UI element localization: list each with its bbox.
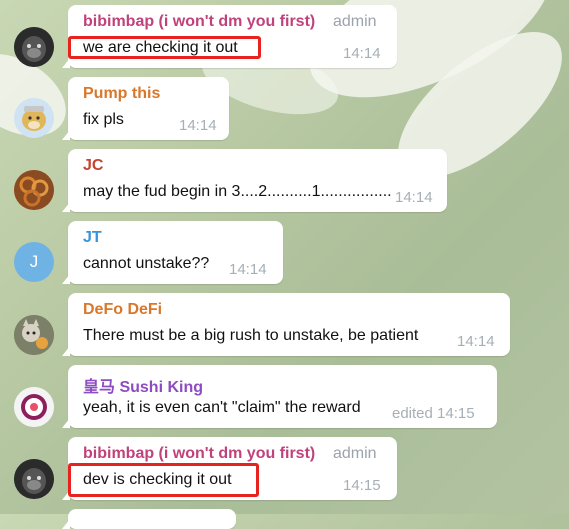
sender-name[interactable]: DeFo DeFi: [83, 301, 162, 319]
message-text: cannot unstake??: [83, 255, 210, 272]
message-time: 14:15: [343, 477, 381, 494]
sender-name[interactable]: JT: [83, 229, 102, 247]
message-time: 14:14: [229, 261, 267, 278]
message-time: 14:14: [343, 45, 381, 62]
message-text: fix pls: [83, 111, 124, 128]
sender-name[interactable]: 皇马 Sushi King: [83, 373, 203, 397]
gorilla-avatar[interactable]: [14, 459, 54, 499]
gorilla-avatar[interactable]: [14, 27, 54, 67]
admin-badge: admin: [333, 445, 377, 462]
letter-avatar[interactable]: J: [14, 242, 54, 282]
message-text: may the fud begin in 3....2..........1..…: [83, 183, 392, 200]
message-time: 14:14: [395, 189, 433, 206]
highlight-box: [68, 36, 261, 59]
food-avatar[interactable]: [14, 170, 54, 210]
message-bubble[interactable]: DeFo DeFi There must be a big rush to un…: [62, 293, 510, 356]
admin-badge: admin: [333, 13, 377, 30]
message-bubble-partial[interactable]: [62, 509, 236, 529]
message-bubble[interactable]: Pump this fix pls 14:14: [62, 77, 229, 140]
highlight-box: [68, 463, 259, 497]
message-bubble[interactable]: JT cannot unstake?? 14:14: [62, 221, 283, 284]
doge-avatar[interactable]: [14, 98, 54, 138]
message-text: yeah, it is even can't "claim" the rewar…: [83, 399, 361, 416]
message-time: 14:14: [179, 117, 217, 134]
message-bubble[interactable]: 皇马 Sushi King yeah, it is even can't "cl…: [62, 365, 497, 428]
message-bubble[interactable]: JC may the fud begin in 3....2..........…: [62, 149, 447, 212]
sushi-avatar[interactable]: [14, 387, 54, 427]
message-text: There must be a big rush to unstake, be …: [83, 327, 419, 344]
sender-name[interactable]: bibimbap (i won't dm you first): [83, 13, 315, 31]
dog-avatar[interactable]: [14, 315, 54, 355]
sender-name[interactable]: bibimbap (i won't dm you first): [83, 445, 315, 463]
sender-name[interactable]: Pump this: [83, 85, 160, 103]
message-time: edited 14:15: [392, 405, 475, 422]
message-time: 14:14: [457, 333, 495, 350]
avatar-letter: J: [29, 252, 39, 271]
sender-name[interactable]: JC: [83, 157, 103, 175]
